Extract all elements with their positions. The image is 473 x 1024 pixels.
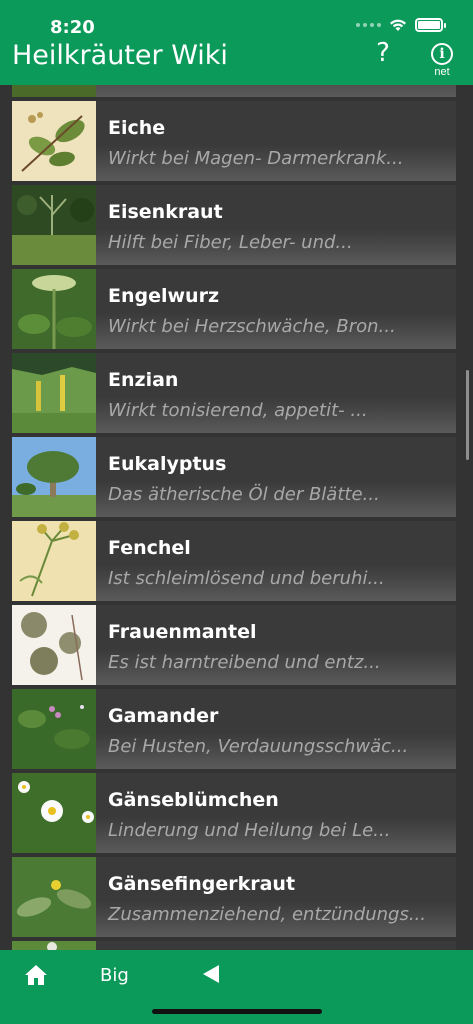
herb-thumbnail (12, 437, 96, 517)
bottom-toolbar: Big (0, 950, 473, 1024)
app-title: Heilkräuter Wiki (12, 40, 228, 71)
herb-name: Engelwurz (108, 285, 220, 307)
herb-description: Wirkt bei Magen- Darmerkrank... (108, 148, 404, 169)
help-button[interactable]: ? (373, 38, 393, 68)
list-item[interactable]: Eukalyptus Das ätherische Öl der Blätte..… (12, 437, 456, 517)
list-item-partial[interactable] (12, 941, 456, 950)
list-item[interactable]: Gänsefingerkraut Zusammenziehend, entzünd… (12, 857, 456, 937)
list-item[interactable]: Fenchel Ist schleimlösend und beruhi... (12, 521, 456, 601)
list-item[interactable]: Engelwurz Wirkt bei Herzschwäche, Bron... (12, 269, 456, 349)
herb-description: Ist schleimlösend und beruhi... (108, 568, 385, 589)
herb-thumbnail (12, 521, 96, 601)
herb-thumbnail (12, 85, 96, 97)
herb-description: Zusammenziehend, entzündungs... (108, 904, 426, 925)
herb-description: Hilft bei Fiber, Leber- und... (108, 232, 353, 253)
list-item[interactable]: Gänseblümchen Linderung und Heilung bei L… (12, 773, 456, 853)
herb-thumbnail (12, 605, 96, 685)
info-label: net (434, 66, 450, 78)
status-time: 8:20 (50, 17, 95, 38)
herb-thumbnail (12, 101, 96, 181)
herb-thumbnail (12, 773, 96, 853)
herb-list[interactable]: Eiche Wirkt bei Magen- Darmerkrank... Eis… (0, 85, 473, 950)
signal-icon (356, 23, 381, 27)
info-button[interactable]: i net (428, 43, 456, 83)
home-icon[interactable] (24, 963, 48, 987)
info-icon: i (431, 43, 453, 65)
herb-description: Wirkt bei Herzschwäche, Bron... (108, 316, 396, 337)
scrollbar[interactable] (466, 370, 469, 460)
herb-thumbnail (12, 353, 96, 433)
battery-icon (415, 18, 446, 32)
herb-name: Eukalyptus (108, 453, 227, 475)
list-item[interactable]: Enzian Wirkt tonisierend, appetit- ... (12, 353, 456, 433)
herb-name: Gänseblümchen (108, 789, 279, 811)
herb-name: Frauenmantel (108, 621, 257, 643)
home-indicator (152, 1009, 322, 1014)
back-triangle-icon[interactable] (202, 964, 220, 984)
herb-description: Linderung und Heilung bei Le... (108, 820, 391, 841)
herb-name: Eiche (108, 117, 166, 139)
herb-name: Enzian (108, 369, 179, 391)
list-item[interactable]: Gamander Bei Husten, Verdauungsschwäc... (12, 689, 456, 769)
herb-thumbnail (12, 689, 96, 769)
herb-thumbnail (12, 185, 96, 265)
herb-description: Wirkt tonisierend, appetit- ... (108, 400, 368, 421)
herb-thumbnail (12, 941, 96, 950)
herb-description: Es ist harntreibend und entz... (108, 652, 381, 673)
list-item-partial[interactable] (12, 85, 456, 97)
herb-thumbnail (12, 269, 96, 349)
herb-name: Gamander (108, 705, 219, 727)
herb-name: Gänsefingerkraut (108, 873, 296, 895)
list-item[interactable]: Eisenkraut Hilft bei Fiber, Leber- und... (12, 185, 456, 265)
herb-description: Bei Husten, Verdauungsschwäc... (108, 736, 409, 757)
list-item[interactable]: Eiche Wirkt bei Magen- Darmerkrank... (12, 101, 456, 181)
herb-description: Das ätherische Öl der Blätte... (108, 484, 380, 505)
wifi-icon (390, 19, 406, 31)
status-bar: 8:20 (0, 0, 473, 40)
herb-name: Fenchel (108, 537, 191, 559)
status-icons (356, 18, 446, 32)
navigation-bar: Heilkräuter Wiki ? i net (0, 38, 473, 85)
herb-name: Eisenkraut (108, 201, 223, 223)
herb-thumbnail (12, 857, 96, 937)
list-item[interactable]: Frauenmantel Es ist harntreibend und entz… (12, 605, 456, 685)
big-button[interactable]: Big (100, 965, 129, 986)
